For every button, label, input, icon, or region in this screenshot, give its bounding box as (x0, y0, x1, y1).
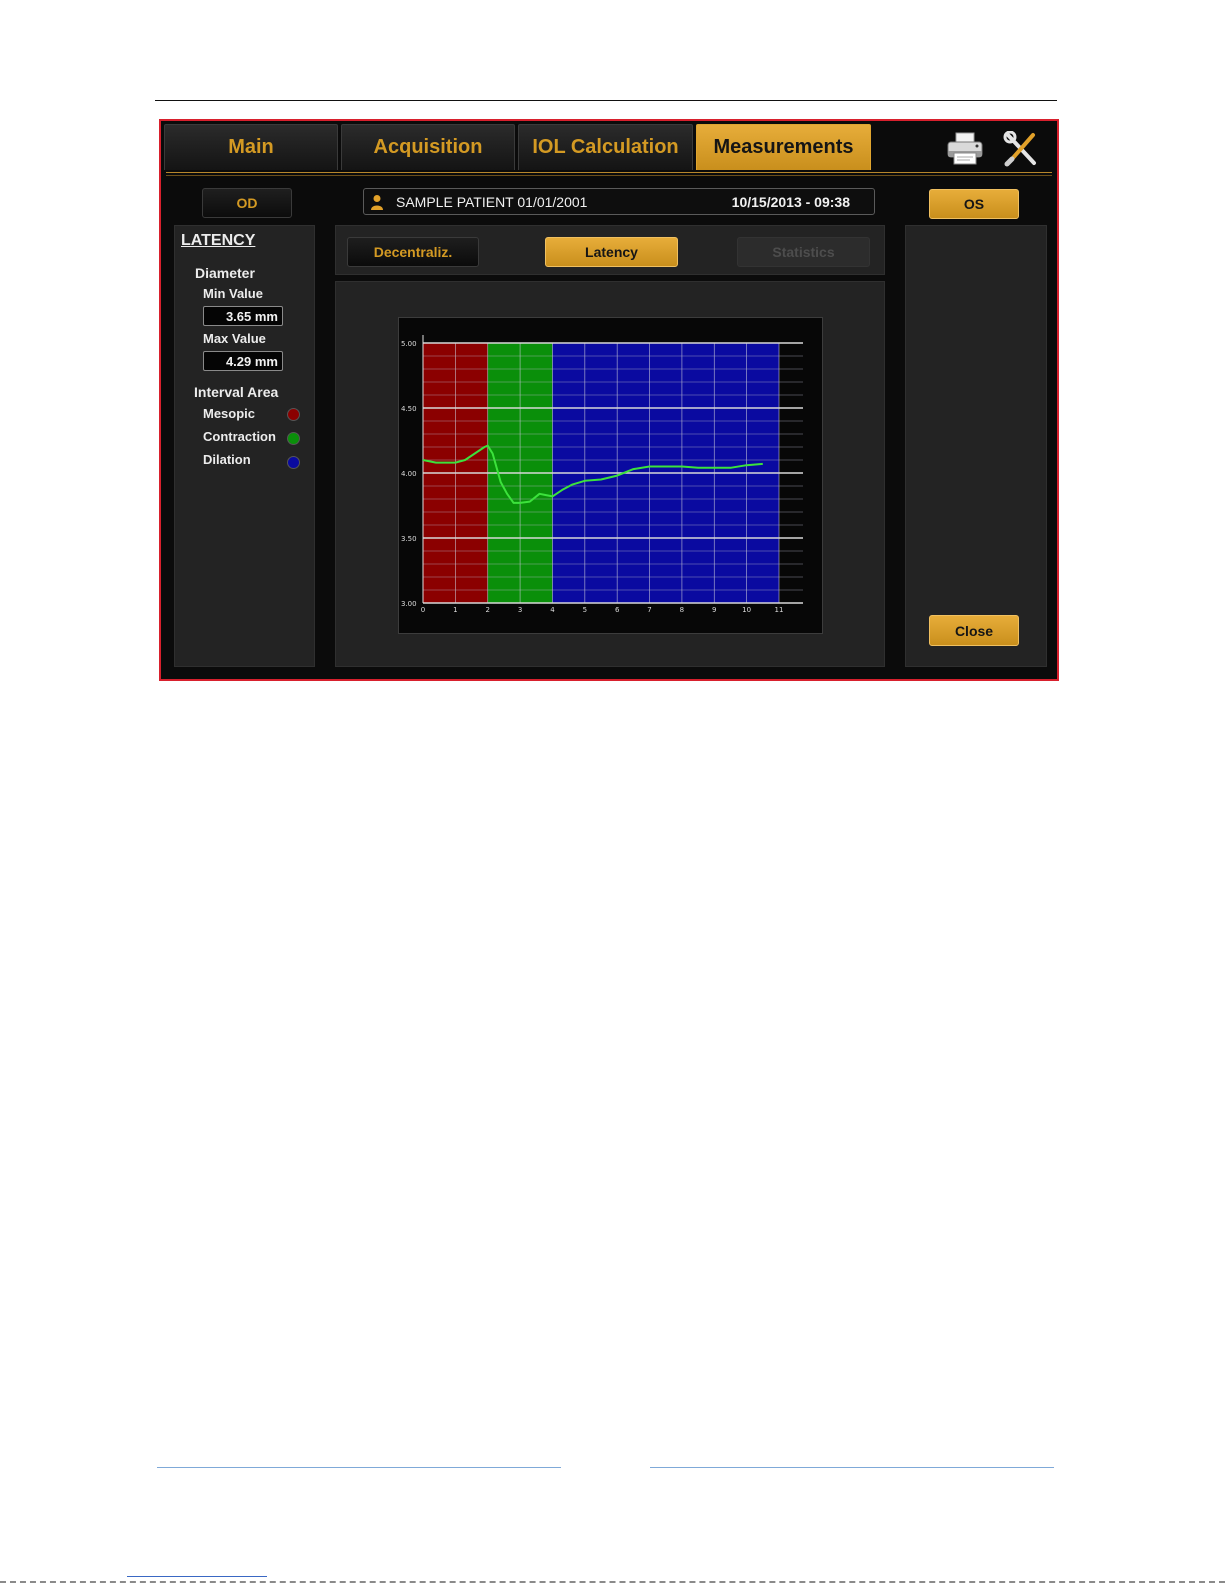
subtab-decentraliz[interactable]: Decentraliz. (347, 237, 479, 267)
dilation-label: Dilation (203, 452, 251, 467)
chart-panel: 3.00 3.50 4.00 4.50 5.00 0 1 2 3 4 5 6 7 8 9 10 11 (335, 281, 885, 667)
tab-bar-rule-shadow (166, 175, 1052, 176)
x-tick-label-11: 11 (775, 606, 784, 614)
y-tick-label-2: 4.00 (401, 470, 417, 478)
footer-rule-left (157, 1467, 561, 1468)
y-tick-label-3: 4.50 (401, 405, 417, 413)
x-tick-label-3: 3 (518, 606, 522, 614)
x-tick-label-0: 0 (421, 606, 425, 614)
tab-bar-rule (166, 172, 1052, 173)
x-tick-label-10: 10 (742, 606, 751, 614)
app-window: Main Acquisition IOL Calculation Measure… (159, 119, 1059, 681)
latency-chart: 3.00 3.50 4.00 4.50 5.00 0 1 2 3 4 5 6 7 8 9 10 11 (401, 335, 803, 614)
settings-tools-icon[interactable] (1002, 131, 1040, 167)
x-tick-label-4: 4 (550, 606, 555, 614)
chart-frame: 3.00 3.50 4.00 4.50 5.00 0 1 2 3 4 5 6 7 8 9 10 11 (398, 317, 823, 634)
y-tick-label-4: 5.00 (401, 340, 417, 348)
x-tick-label-2: 2 (485, 606, 489, 614)
diameter-label: Diameter (195, 265, 255, 281)
x-tick-label-6: 6 (615, 606, 620, 614)
y-tick-label-1: 3.50 (401, 535, 417, 543)
mesopic-label: Mesopic (203, 406, 256, 421)
subtab-latency[interactable]: Latency (545, 237, 678, 267)
tab-main[interactable]: Main (164, 124, 338, 170)
close-button[interactable]: Close (929, 615, 1019, 646)
patient-icon (371, 194, 383, 210)
left-panel: LATENCY Diameter Min Value 3.65 mm Max V… (174, 225, 315, 667)
max-value-label: Max Value (203, 331, 266, 346)
min-value-field: 3.65 mm (203, 306, 283, 326)
patient-name: SAMPLE PATIENT 01/01/2001 (396, 193, 588, 210)
subtab-statistics: Statistics (737, 237, 870, 267)
patient-bar: SAMPLE PATIENT 01/01/2001 10/15/2013 - 0… (363, 188, 875, 215)
os-eye-button[interactable]: OS (929, 189, 1019, 219)
subtab-bar: Decentraliz. Latency Statistics (335, 225, 885, 275)
contraction-label: Contraction (203, 429, 276, 444)
footer-link-underline (127, 1576, 267, 1577)
x-tick-label-7: 7 (647, 606, 651, 614)
footer-rule-right (650, 1467, 1054, 1468)
panel-title: LATENCY (181, 232, 256, 249)
y-tick-label-0: 3.00 (401, 600, 417, 608)
min-value-label: Min Value (203, 286, 263, 301)
contraction-color-dot (287, 432, 300, 445)
tab-measurements[interactable]: Measurements (696, 124, 871, 170)
dilation-color-dot (287, 456, 300, 469)
x-tick-label-9: 9 (712, 606, 716, 614)
od-eye-button[interactable]: OD (202, 188, 292, 218)
page-header-rule (155, 100, 1057, 101)
tab-acquisition[interactable]: Acquisition (341, 124, 515, 170)
x-tick-label-1: 1 (453, 606, 457, 614)
x-tick-label-5: 5 (583, 606, 587, 614)
max-value-field: 4.29 mm (203, 351, 283, 371)
printer-icon[interactable] (946, 131, 984, 167)
interval-area-label: Interval Area (194, 384, 279, 400)
exam-datetime: 10/15/2013 - 09:38 (731, 193, 850, 210)
tab-iol-calculation[interactable]: IOL Calculation (518, 124, 693, 170)
mesopic-color-dot (287, 408, 300, 421)
right-panel (905, 225, 1047, 667)
x-tick-label-8: 8 (680, 606, 684, 614)
footer-dashed-rule (0, 1581, 1225, 1583)
